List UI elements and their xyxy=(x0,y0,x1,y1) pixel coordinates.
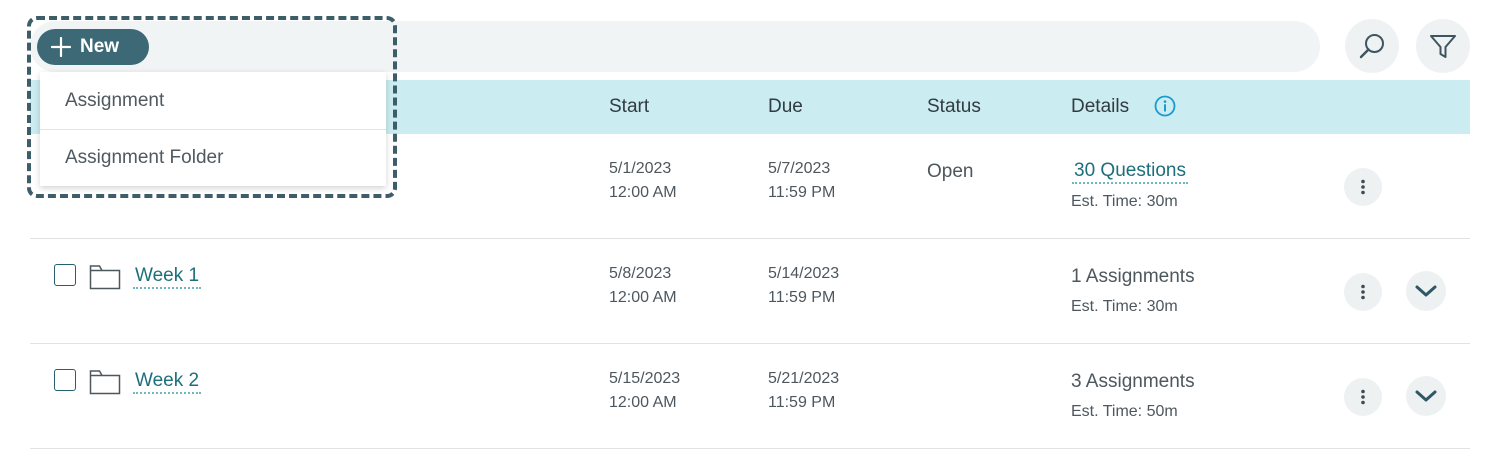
status-text: Open xyxy=(927,161,974,182)
chevron-down-icon xyxy=(1415,390,1437,402)
details-link[interactable]: 30 Questions xyxy=(1072,160,1188,184)
due-date: 5/21/2023 xyxy=(768,370,840,387)
more-vertical-icon xyxy=(1361,284,1365,300)
row-divider xyxy=(30,343,1470,344)
column-header-start: Start xyxy=(609,96,650,117)
due-date: 5/7/2023 xyxy=(768,160,831,177)
search-bar[interactable] xyxy=(30,21,1320,72)
est-time: Est. Time: 30m xyxy=(1071,193,1178,210)
new-dropdown-menu: Assignment Assignment Folder xyxy=(40,72,386,186)
menu-item-assignment-folder[interactable]: Assignment Folder xyxy=(40,129,386,186)
column-header-due: Due xyxy=(768,96,803,117)
row-checkbox[interactable] xyxy=(54,264,76,286)
folder-icon xyxy=(89,265,121,290)
row-menu-button[interactable] xyxy=(1344,378,1382,416)
folder-icon xyxy=(89,370,121,395)
start-time: 12:00 AM xyxy=(609,289,677,306)
search-icon xyxy=(1359,34,1384,59)
column-header-status: Status xyxy=(927,96,981,117)
plus-icon xyxy=(51,37,71,57)
est-time: Est. Time: 50m xyxy=(1071,403,1178,420)
due-time: 11:59 PM xyxy=(768,394,836,411)
assignment-count: 3 Assignments xyxy=(1071,371,1195,392)
info-icon xyxy=(1154,95,1176,117)
est-time: Est. Time: 30m xyxy=(1071,298,1178,315)
start-date: 5/8/2023 xyxy=(609,265,672,282)
start-time: 12:00 AM xyxy=(609,394,677,411)
filter-button[interactable] xyxy=(1416,19,1470,73)
chevron-down-icon xyxy=(1415,285,1437,297)
row-divider xyxy=(30,238,1470,239)
row-menu-button[interactable] xyxy=(1344,273,1382,311)
due-time: 11:59 PM xyxy=(768,184,836,201)
more-vertical-icon xyxy=(1361,389,1365,405)
due-time: 11:59 PM xyxy=(768,289,836,306)
start-date: 5/1/2023 xyxy=(609,160,672,177)
row-checkbox[interactable] xyxy=(54,369,76,391)
start-date: 5/15/2023 xyxy=(609,370,681,387)
column-header-details: Details xyxy=(1071,96,1130,117)
row-menu-button[interactable] xyxy=(1344,168,1382,206)
new-button-label: New xyxy=(80,36,120,57)
start-time: 12:00 AM xyxy=(609,184,677,201)
new-button[interactable]: New xyxy=(37,29,149,65)
due-date: 5/14/2023 xyxy=(768,265,840,282)
assignment-count: 1 Assignments xyxy=(1071,266,1195,287)
filter-icon xyxy=(1430,35,1456,58)
search-button[interactable] xyxy=(1345,19,1399,73)
details-info-button[interactable] xyxy=(1154,95,1176,122)
menu-item-assignment[interactable]: Assignment xyxy=(40,72,386,129)
expand-button[interactable] xyxy=(1406,376,1446,416)
more-vertical-icon xyxy=(1361,179,1365,195)
folder-link[interactable]: Week 2 xyxy=(133,370,202,394)
row-divider xyxy=(30,448,1470,449)
folder-link[interactable]: Week 1 xyxy=(133,265,202,289)
expand-button[interactable] xyxy=(1406,271,1446,311)
